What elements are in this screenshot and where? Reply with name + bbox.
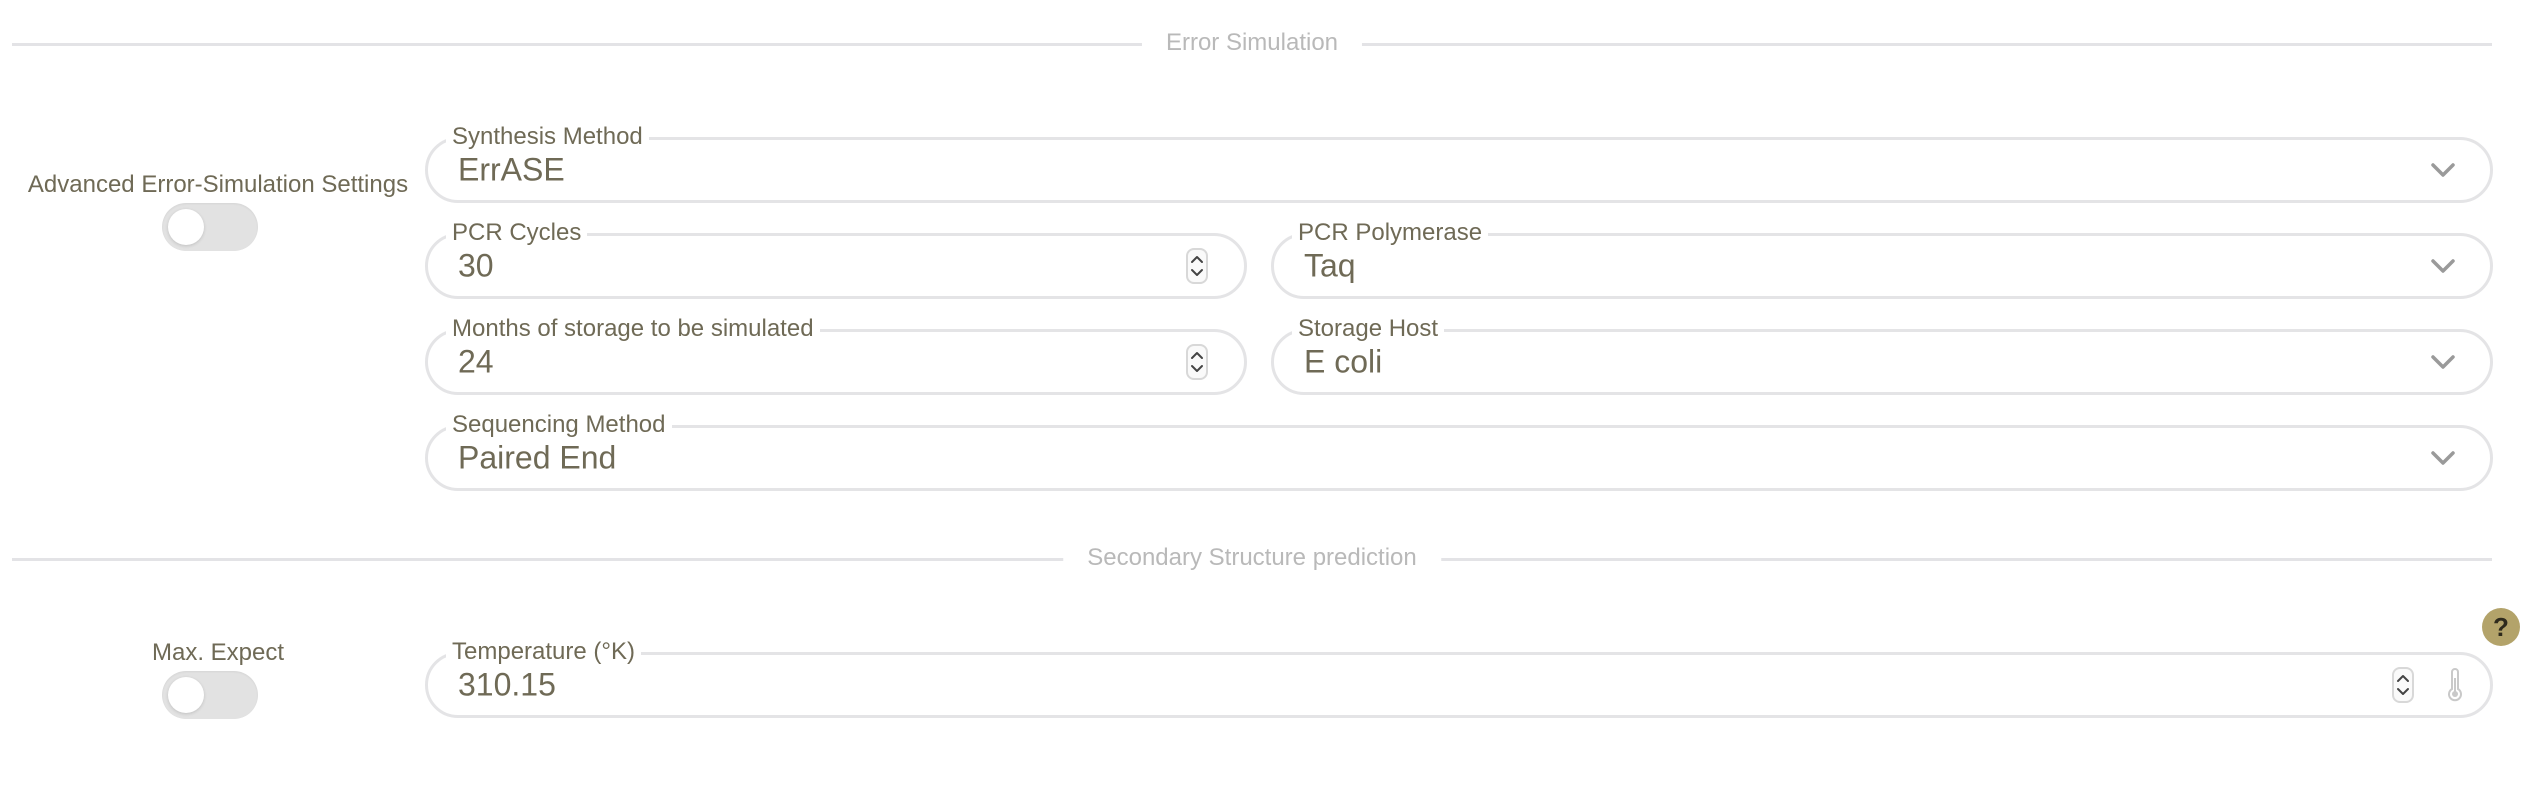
pcr-polymerase-select[interactable]: PCR Polymerase Taq <box>1271 219 2493 299</box>
spinner-arrows-icon <box>2397 675 2409 695</box>
storage-host-select[interactable]: Storage Host E coli <box>1271 315 2493 395</box>
toggle-knob <box>168 677 204 713</box>
storage-months-stepper[interactable] <box>1186 344 1208 380</box>
pcr-cycles-label: PCR Cycles <box>446 219 588 247</box>
help-button[interactable]: ? <box>2482 608 2520 646</box>
synthesis-method-select[interactable]: Synthesis Method ErrASE <box>425 123 2493 203</box>
max-expect-toggle[interactable] <box>162 671 258 719</box>
spinner-arrows-icon <box>1191 352 1203 372</box>
section-title-error-simulation: Error Simulation <box>1141 29 1363 57</box>
sequencing-method-select[interactable]: Sequencing Method Paired End <box>425 411 2493 491</box>
pcr-cycles-input[interactable]: PCR Cycles 30 <box>425 219 1247 299</box>
storage-months-value: 24 <box>458 343 494 380</box>
temperature-label: Temperature (°K) <box>446 638 641 666</box>
error-simulation-divider: Error Simulation <box>12 23 2492 63</box>
chevron-down-icon <box>2431 259 2455 273</box>
pcr-cycles-stepper[interactable] <box>1186 248 1208 284</box>
pcr-polymerase-value: Taq <box>1304 247 1356 284</box>
temperature-value: 310.15 <box>458 666 556 703</box>
chevron-down-icon <box>2431 355 2455 369</box>
storage-host-value: E coli <box>1304 343 1383 380</box>
storage-months-input[interactable]: Months of storage to be simulated 24 <box>425 315 1247 395</box>
settings-panel: Error Simulation Advanced Error-Simulati… <box>0 0 2528 800</box>
spinner-arrows-icon <box>1191 256 1203 276</box>
secondary-structure-divider: Secondary Structure prediction <box>12 538 2492 578</box>
max-expect-label: Max. Expect <box>151 639 285 666</box>
sequencing-method-label: Sequencing Method <box>446 411 672 439</box>
thermometer-icon <box>2448 668 2462 702</box>
synthesis-method-label: Synthesis Method <box>446 123 649 151</box>
section-title-secondary-structure: Secondary Structure prediction <box>1063 544 1441 572</box>
sequencing-method-value: Paired End <box>458 439 617 476</box>
storage-host-label: Storage Host <box>1292 315 1445 343</box>
temperature-stepper[interactable] <box>2392 667 2414 703</box>
toggle-knob <box>168 209 204 245</box>
storage-months-label: Months of storage to be simulated <box>446 315 820 343</box>
chevron-down-icon <box>2431 163 2455 177</box>
pcr-cycles-value: 30 <box>458 247 494 284</box>
advanced-settings-label: Advanced Error-Simulation Settings <box>27 171 409 198</box>
temperature-input[interactable]: Temperature (°K) 310.15 <box>425 638 2493 718</box>
chevron-down-icon <box>2431 451 2455 465</box>
pcr-polymerase-label: PCR Polymerase <box>1292 219 1489 247</box>
advanced-settings-toggle[interactable] <box>162 203 258 251</box>
synthesis-method-value: ErrASE <box>458 151 565 188</box>
